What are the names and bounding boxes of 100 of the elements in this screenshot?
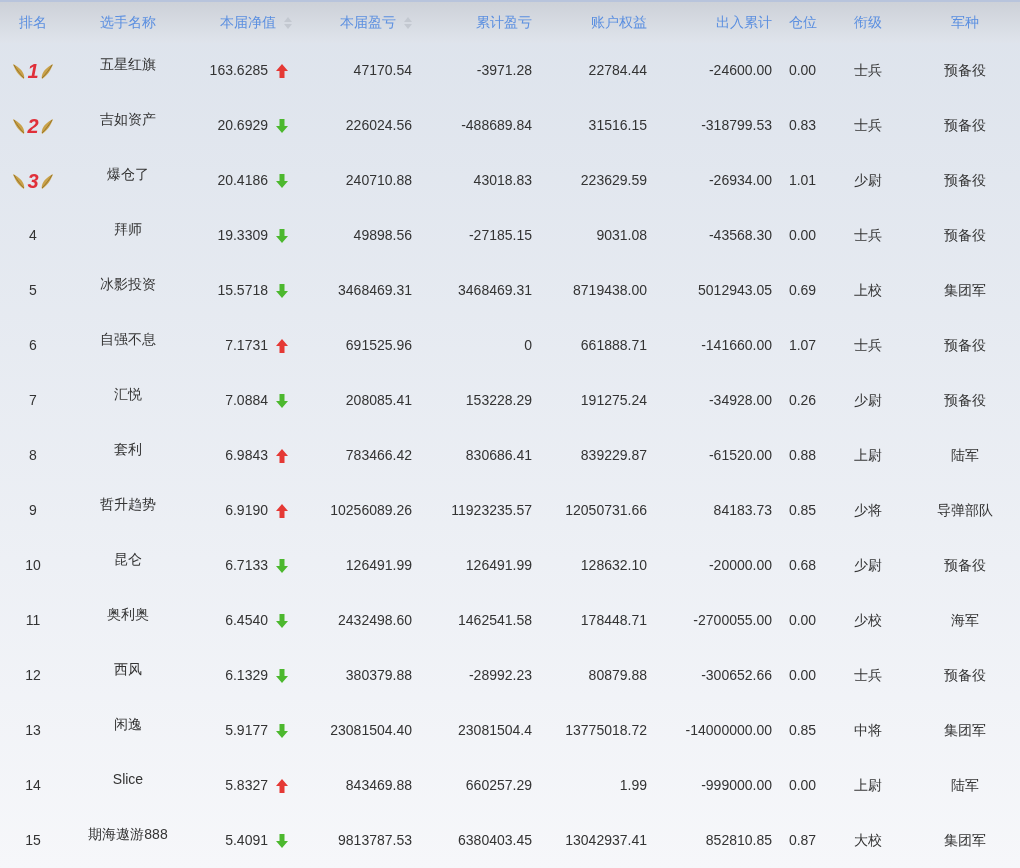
table-cell-text: 0.00 (788, 61, 817, 80)
table-cell-text: 84183.73 (713, 501, 772, 520)
table-cell-text: 7.1731 (225, 336, 268, 355)
table-cell-text: 预备役 (944, 556, 986, 575)
column-header: 仓位 (788, 13, 817, 32)
table-cell-text: -141660.00 (701, 336, 772, 355)
rank-number: 13 (25, 721, 41, 740)
table-cell-text: 9813787.53 (338, 831, 412, 850)
table-cell-text: 3468469.31 (338, 281, 412, 300)
rank-number: 1 (27, 60, 39, 81)
table-cell-text: 0.00 (788, 226, 817, 245)
wing-icon (12, 116, 27, 135)
table-cell-text: 少尉 (853, 391, 882, 410)
rank-number: 8 (29, 446, 37, 465)
table-cell-text: 海军 (951, 611, 979, 630)
table-cell-text: 0.83 (788, 116, 817, 135)
table-cell-text: 126491.99 (465, 556, 532, 575)
player-name: 五星红旗 (100, 55, 156, 74)
table-cell-text: 6.1329 (225, 666, 268, 685)
table-cell-text: 15.5718 (217, 281, 268, 300)
table-cell-text: 集团军 (944, 831, 986, 850)
wing-icon (12, 171, 27, 190)
table-cell-text: 178448.71 (580, 611, 647, 630)
table-cell-text: 6.7133 (225, 556, 268, 575)
column-header: 出入累计 (716, 13, 772, 32)
player-name: 自强不息 (100, 330, 156, 349)
table-cell-text: 0.68 (788, 556, 817, 575)
table-cell-text: 0 (524, 336, 532, 355)
rank-number: 5 (29, 281, 37, 300)
wing-icon (39, 61, 54, 80)
column-header: 衔级 (853, 13, 882, 32)
table-cell-text: 集团军 (944, 281, 986, 300)
table-cell-text: -43568.30 (708, 226, 772, 245)
table-cell-text: 661888.71 (580, 336, 647, 355)
table-cell-text: 783466.42 (345, 446, 412, 465)
rank-number: 11 (25, 611, 41, 630)
table-cell-text: -20000.00 (708, 556, 772, 575)
table-cell-text: 少将 (853, 501, 882, 520)
table-cell-text: 0.69 (788, 281, 817, 300)
table-cell-text: 士兵 (853, 336, 882, 355)
table-cell-text: 少尉 (853, 556, 882, 575)
table-cell-text: 843469.88 (345, 776, 412, 795)
table-cell-text: 上校 (853, 281, 882, 300)
table-cell-text: 5.4091 (225, 831, 268, 850)
table-cell-text: 士兵 (853, 666, 882, 685)
table-cell-text: -300652.66 (701, 666, 772, 685)
player-name: 冰影投资 (100, 275, 156, 294)
table-cell-text: 预备役 (944, 666, 986, 685)
table-cell-text: 0.00 (788, 776, 817, 795)
table-cell-text: 预备役 (944, 171, 986, 190)
player-name: Slice (112, 770, 144, 789)
table-cell-text: 预备役 (944, 391, 986, 410)
table-cell-text: 6.9843 (225, 446, 268, 465)
table-cell-text: -999000.00 (701, 776, 772, 795)
table-cell-text: 0.00 (788, 666, 817, 685)
table-cell-text: -318799.53 (701, 116, 772, 135)
table-cell-text: 691525.96 (345, 336, 412, 355)
table-cell-text: 852810.85 (705, 831, 772, 850)
table-cell-text: 2432498.60 (338, 611, 412, 630)
table-cell-text: 0.85 (788, 721, 817, 740)
table-cell-text: 7.0884 (225, 391, 268, 410)
wing-icon (39, 116, 54, 135)
player-name: 西风 (114, 660, 142, 679)
table-cell-text: 1462541.58 (458, 611, 532, 630)
table-cell-text: 1.07 (788, 336, 817, 355)
table-cell-text: 10256089.26 (330, 501, 412, 520)
table-cell-text: 0.87 (788, 831, 817, 850)
player-name: 昆仑 (114, 550, 142, 569)
table-cell-text: 1.01 (788, 171, 817, 190)
table-cell-text: 少校 (853, 611, 882, 630)
table-cell-text: 380379.88 (345, 666, 412, 685)
table-cell-text: 31516.15 (588, 116, 647, 135)
wing-icon (39, 171, 54, 190)
rank-number: 3 (27, 170, 39, 191)
column-header[interactable]: 本届净值 (220, 12, 276, 33)
table-cell-text: 22784.44 (588, 61, 647, 80)
table-cell-text: -24600.00 (708, 61, 772, 80)
table-cell-text: -3971.28 (476, 61, 532, 80)
table-cell-text: 226024.56 (345, 116, 412, 135)
rank-number: 4 (29, 226, 37, 245)
column-header: 排名 (19, 13, 47, 32)
column-header[interactable]: 本届盈亏 (340, 12, 396, 33)
table-cell-text: 5.8327 (225, 776, 268, 795)
table-cell-text: 6380403.45 (458, 831, 532, 850)
table-cell-text: -2700055.00 (693, 611, 772, 630)
table-cell-text: 集团军 (944, 721, 986, 740)
table-cell-text: 大校 (853, 831, 882, 850)
table-cell-text: 1.99 (619, 776, 647, 795)
table-cell-text: 80879.88 (588, 666, 647, 685)
table-cell-text: 5.9177 (225, 721, 268, 740)
table-cell-text: 士兵 (853, 116, 882, 135)
wing-icon (12, 61, 27, 80)
table-cell-text: 0.26 (788, 391, 817, 410)
table-cell-text: 43018.83 (473, 171, 532, 190)
table-cell-text: 126491.99 (345, 556, 412, 575)
table-cell-text: -61520.00 (708, 446, 772, 465)
rank-number: 9 (29, 501, 37, 520)
rank-number: 14 (25, 776, 41, 795)
table-cell-text: 19.3309 (217, 226, 268, 245)
table-cell-text: 153228.29 (465, 391, 532, 410)
